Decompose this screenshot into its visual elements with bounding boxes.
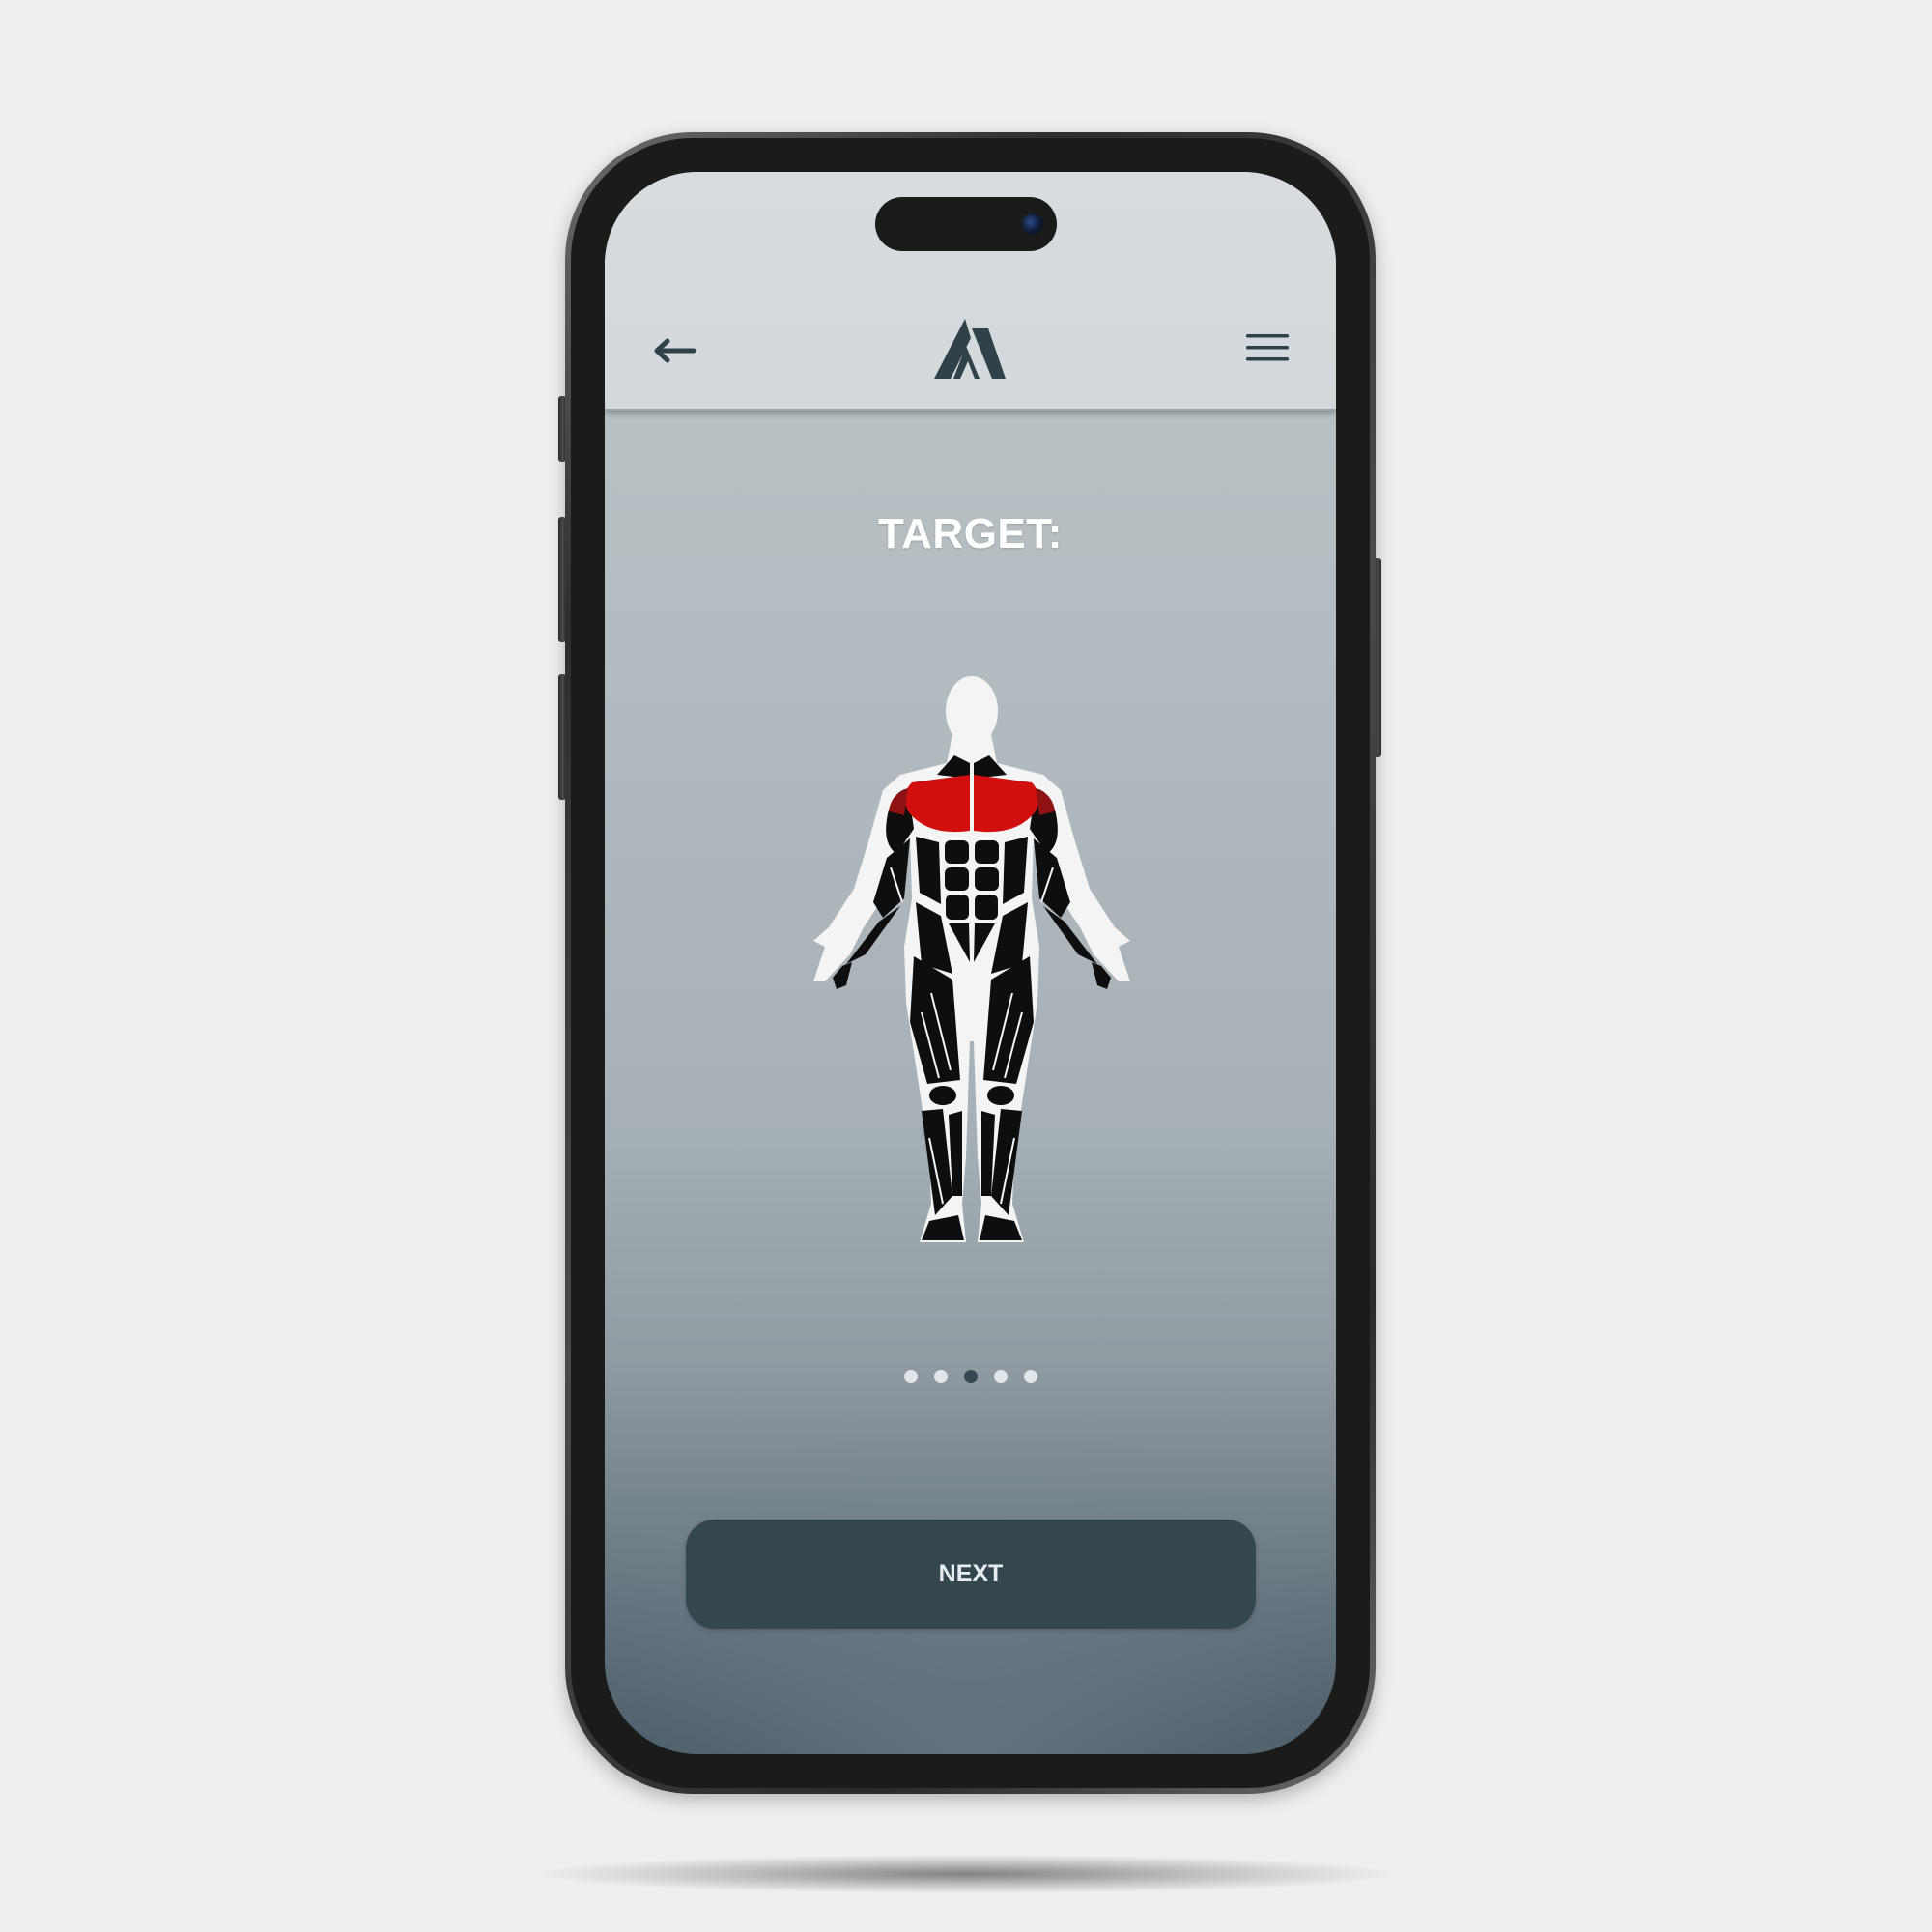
page-dot[interactable]	[903, 1370, 918, 1383]
page-dot[interactable]	[1023, 1370, 1037, 1383]
device-shadow	[541, 1855, 1391, 1893]
arrow-left-icon	[654, 338, 696, 363]
mountain-logo-icon	[934, 319, 1006, 379]
page-dot-active[interactable]	[963, 1370, 978, 1383]
back-button[interactable]	[647, 331, 701, 370]
muscle-anatomy-figure-icon	[813, 676, 1130, 1242]
page-dot[interactable]	[933, 1370, 948, 1383]
app-screen: TARGET: NEXT	[605, 172, 1336, 1754]
camera-icon	[1022, 213, 1043, 235]
mockup-stage: TARGET: NEXT	[0, 0, 1932, 1932]
page-dot[interactable]	[993, 1370, 1008, 1383]
page-indicator	[605, 1370, 1336, 1383]
page-title: TARGET:	[878, 510, 1063, 557]
dynamic-island	[875, 197, 1057, 251]
hamburger-menu-icon	[1246, 334, 1289, 361]
next-button[interactable]: NEXT	[686, 1520, 1256, 1629]
menu-button[interactable]	[1242, 328, 1293, 367]
